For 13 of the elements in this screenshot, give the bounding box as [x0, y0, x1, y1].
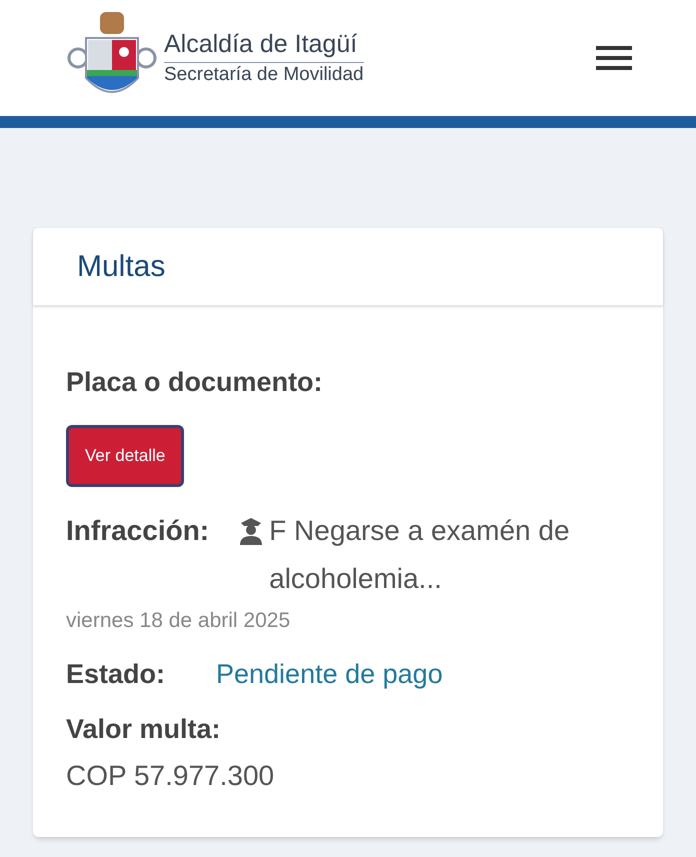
infraction-text: F Negarse a examén de alcoholemia... [269, 514, 571, 596]
site-title: Alcaldía de Itagüí [164, 29, 364, 64]
plate-label: Placa o documento: [66, 366, 324, 399]
infraction-date: viernes 18 de abril 2025 [66, 608, 292, 634]
site-subtitle: Secretaría de Movilidad [164, 63, 364, 87]
view-detail-button[interactable]: Ver detalle [66, 424, 184, 486]
infraction-label: Infracción: [66, 514, 210, 548]
card-title: Multas [77, 249, 166, 285]
status-value: Pendiente de pago [216, 658, 443, 691]
amount-value: COP 57.977.300 [66, 759, 276, 793]
amount-label: Valor multa: [66, 712, 222, 746]
status-label: Estado: [66, 658, 166, 691]
officer-icon [239, 516, 264, 544]
